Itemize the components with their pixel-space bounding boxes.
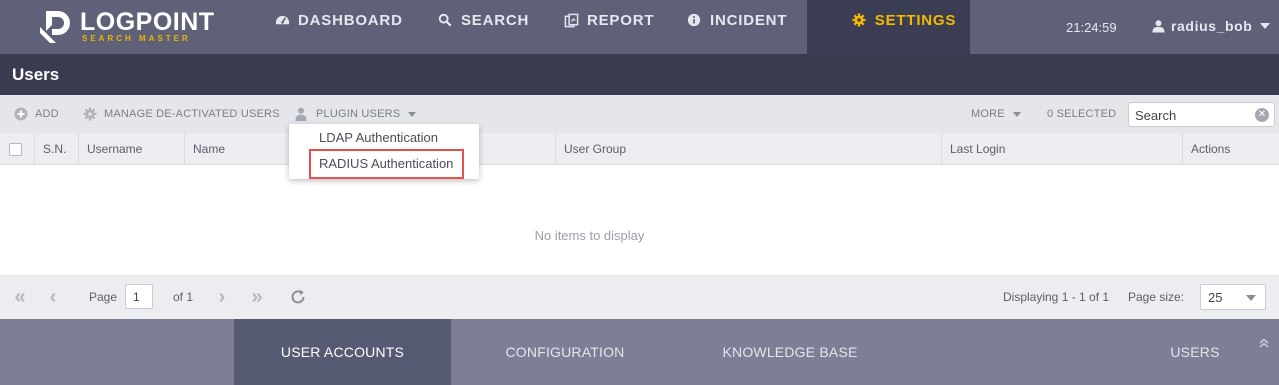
selected-count-label: 0 SELECTED bbox=[1047, 108, 1117, 120]
nav-dashboard-label: DASHBOARD bbox=[298, 11, 403, 29]
username-label: radius_bob bbox=[1171, 18, 1253, 34]
tab-users[interactable]: USERS bbox=[1130, 319, 1260, 385]
selected-count: 0 SELECTED bbox=[1047, 95, 1116, 133]
column-actions-label: Actions bbox=[1191, 142, 1231, 156]
column-actions: Actions bbox=[1182, 133, 1279, 165]
more-label: MORE bbox=[971, 108, 1005, 120]
empty-state-message: No items to display bbox=[534, 228, 645, 243]
logo-tagline: SEARCH MASTER bbox=[82, 34, 191, 43]
chevron-down-icon bbox=[1246, 295, 1256, 301]
grid-header: S.N. Username Name User Group Last Login… bbox=[0, 133, 1279, 165]
tab-configuration[interactable]: CONFIGURATION bbox=[480, 319, 650, 385]
search-field: ✕ bbox=[1128, 102, 1275, 127]
grid-body bbox=[0, 166, 1279, 275]
last-page-icon[interactable]: » bbox=[247, 286, 267, 308]
tab-knowledge-base[interactable]: KNOWLEDGE BASE bbox=[700, 319, 880, 385]
page-title: Users bbox=[12, 65, 60, 84]
select-all-checkbox[interactable] bbox=[9, 143, 22, 156]
column-sn[interactable]: S.N. bbox=[34, 133, 78, 165]
column-user-group-label: User Group bbox=[564, 142, 627, 156]
menu-item-ldap-authentication[interactable]: LDAP Authentication bbox=[289, 124, 479, 150]
page-size-value: 25 bbox=[1208, 290, 1223, 305]
logpoint-logo[interactable]: LOGPOINT SEARCH MASTER bbox=[38, 8, 215, 45]
user-menu[interactable]: radius_bob bbox=[1152, 16, 1271, 36]
chevron-down-icon bbox=[1012, 111, 1021, 117]
add-label: ADD bbox=[35, 108, 59, 120]
tab-user-accounts[interactable]: USER ACCOUNTS bbox=[234, 319, 451, 385]
nav-incident-label: INCIDENT bbox=[710, 11, 788, 29]
page-size-select[interactable]: 25 bbox=[1200, 284, 1266, 310]
clock: 21:24:59 bbox=[1066, 20, 1117, 35]
next-page-icon[interactable]: › bbox=[212, 286, 232, 308]
menu-item-radius-authentication[interactable]: RADIUS Authentication bbox=[289, 150, 479, 176]
manage-deactivated-users-label: MANAGE DE-ACTIVATED USERS bbox=[104, 108, 280, 120]
refresh-icon[interactable] bbox=[288, 287, 308, 307]
add-icon bbox=[14, 107, 28, 121]
first-page-icon[interactable]: « bbox=[10, 286, 30, 308]
add-button[interactable]: ADD bbox=[14, 95, 59, 133]
gear-icon bbox=[851, 12, 867, 28]
logo-wordmark: LOGPOINT bbox=[80, 8, 215, 36]
nav-search[interactable]: SEARCH bbox=[437, 0, 529, 54]
tab-users-label: USERS bbox=[1170, 344, 1220, 360]
dashboard-icon bbox=[274, 12, 290, 28]
gear-icon bbox=[83, 107, 97, 121]
search-icon bbox=[437, 12, 453, 28]
nav-incident[interactable]: INCIDENT bbox=[686, 0, 787, 54]
chevron-down-icon bbox=[408, 111, 417, 117]
page-number-input[interactable]: 1 bbox=[125, 284, 153, 309]
previous-page-icon[interactable]: ‹ bbox=[43, 286, 63, 308]
menu-item-radius-label: RADIUS Authentication bbox=[319, 155, 454, 171]
nav-settings[interactable]: SETTINGS bbox=[807, 0, 970, 54]
page-header: Users bbox=[0, 54, 1279, 95]
column-username-label: Username bbox=[87, 142, 143, 156]
tab-configuration-label: CONFIGURATION bbox=[505, 344, 625, 360]
displaying-range: Displaying 1 - 1 of 1 bbox=[1003, 290, 1110, 304]
plugin-users-label: PLUGIN USERS bbox=[316, 108, 401, 120]
tab-user-accounts-label: USER ACCOUNTS bbox=[280, 344, 405, 360]
more-button[interactable]: MORE bbox=[971, 95, 1021, 133]
chevron-down-icon bbox=[1260, 23, 1271, 29]
tab-knowledge-base-label: KNOWLEDGE BASE bbox=[722, 344, 858, 360]
page-label: Page bbox=[89, 290, 118, 304]
page-count: of 1 bbox=[173, 290, 194, 304]
nav-report[interactable]: REPORT bbox=[563, 0, 654, 54]
nav-search-label: SEARCH bbox=[461, 11, 530, 29]
user-icon bbox=[1152, 19, 1166, 33]
manage-deactivated-users-button[interactable]: MANAGE DE-ACTIVATED USERS bbox=[83, 95, 280, 133]
column-last-login[interactable]: Last Login bbox=[941, 133, 1182, 165]
info-icon bbox=[686, 12, 702, 28]
column-sn-label: S.N. bbox=[43, 142, 67, 156]
search-input[interactable] bbox=[1135, 106, 1253, 124]
scroll-up-icon[interactable] bbox=[1259, 338, 1271, 350]
clear-search-icon[interactable]: ✕ bbox=[1255, 108, 1269, 122]
column-name-label: Name bbox=[193, 142, 226, 156]
nav-dashboard[interactable]: DASHBOARD bbox=[274, 0, 403, 54]
column-user-group[interactable]: User Group bbox=[555, 133, 941, 165]
plugin-users-dropdown: LDAP Authentication RADIUS Authenticatio… bbox=[289, 124, 479, 179]
nav-report-label: REPORT bbox=[587, 11, 655, 29]
column-last-login-label: Last Login bbox=[950, 142, 1006, 156]
column-username[interactable]: Username bbox=[78, 133, 184, 165]
user-icon bbox=[295, 107, 309, 121]
report-icon bbox=[563, 12, 579, 28]
page-size-label: Page size: bbox=[1128, 290, 1185, 304]
menu-item-ldap-label: LDAP Authentication bbox=[319, 129, 439, 145]
logo-mark-icon bbox=[40, 11, 70, 43]
nav-settings-label: SETTINGS bbox=[874, 11, 957, 29]
